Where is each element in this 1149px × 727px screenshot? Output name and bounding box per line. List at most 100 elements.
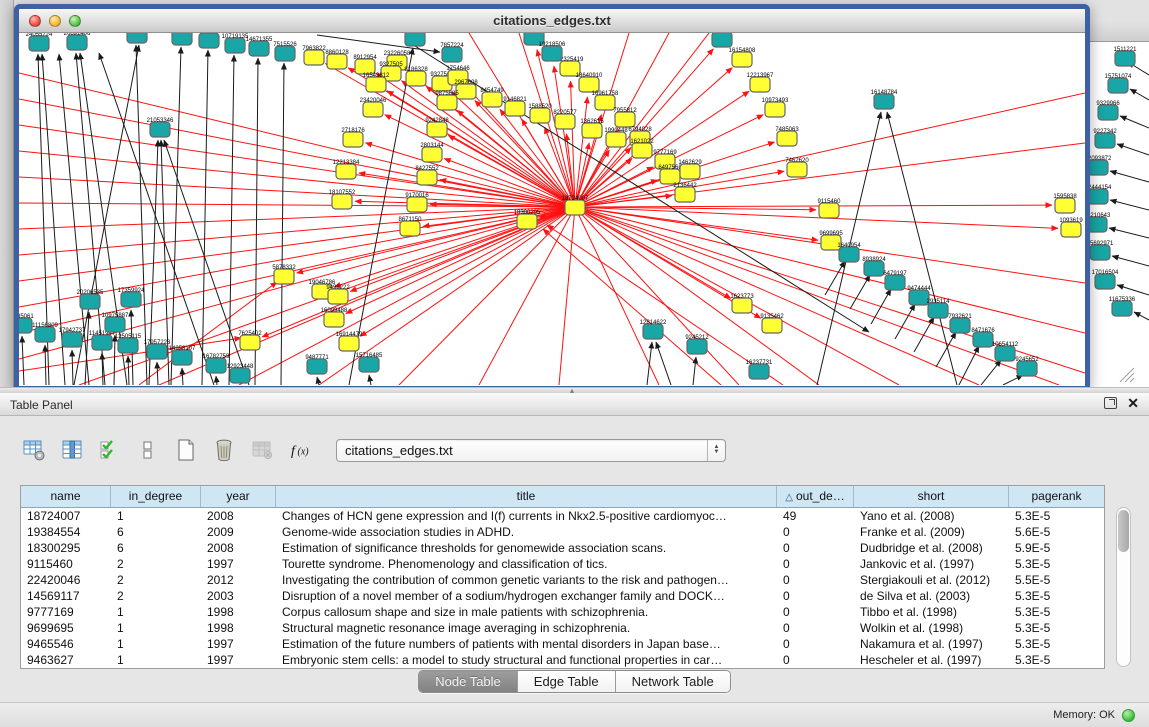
- graph-node[interactable]: 21053346: [147, 118, 174, 137]
- graph-node[interactable]: 8466160: [197, 33, 221, 48]
- graph-node[interactable]: 9115460: [818, 199, 842, 218]
- graph-node[interactable]: 18107552: [329, 190, 356, 209]
- graph-node[interactable]: 12213384: [333, 160, 360, 179]
- graph-node[interactable]: 9227342: [1093, 129, 1117, 148]
- graph-node[interactable]: 15751074: [1105, 74, 1132, 93]
- table-scrollbar[interactable]: [1116, 507, 1131, 667]
- table-row[interactable]: 1456911722003Disruption of a novel membe…: [21, 588, 1104, 604]
- graph-node[interactable]: 9135462: [760, 314, 784, 333]
- graph-node[interactable]: 1640954: [837, 243, 861, 262]
- graph-node[interactable]: 9498222: [326, 285, 350, 304]
- graph-node[interactable]: 1990448: [604, 128, 628, 147]
- graph-node[interactable]: 18724007: [562, 196, 589, 215]
- graph-node[interactable]: 12814622: [640, 320, 667, 339]
- column-header-name[interactable]: name: [21, 486, 111, 507]
- row-boxes-icon[interactable]: [134, 437, 161, 464]
- graph-node[interactable]: 1588520: [528, 104, 552, 123]
- graph-node[interactable]: 16543812: [363, 73, 390, 92]
- table-row[interactable]: 946554611997Estimation of the future num…: [21, 636, 1104, 652]
- table-row[interactable]: 1938455462009Genome-wide association stu…: [21, 524, 1104, 540]
- column-header-in-degree[interactable]: in_degree: [111, 486, 201, 507]
- graph-node[interactable]: 7955812: [613, 108, 637, 127]
- graph-node[interactable]: 15716485: [356, 353, 383, 372]
- graph-node[interactable]: 10655257: [124, 33, 151, 43]
- graph-node[interactable]: 7963822: [302, 46, 326, 65]
- graph-node[interactable]: 14958107: [169, 346, 196, 365]
- graph-node[interactable]: 8860128: [325, 50, 349, 69]
- graph-node[interactable]: 14671355: [246, 37, 273, 56]
- graph-node[interactable]: 1093619: [1059, 218, 1083, 237]
- graph-node[interactable]: 1462629: [678, 160, 702, 179]
- table-settings-icon[interactable]: [20, 437, 47, 464]
- graph-node[interactable]: 8912954: [353, 55, 377, 74]
- column-header-out-de-[interactable]: △out_de…: [777, 486, 854, 507]
- graph-node[interactable]: 9245212: [685, 335, 709, 354]
- column-header-year[interactable]: year: [201, 486, 276, 507]
- graph-node[interactable]: 1362615: [580, 119, 604, 138]
- function-builder-icon[interactable]: f(x): [286, 437, 313, 464]
- graph-node[interactable]: 2935114: [927, 299, 951, 318]
- table-row[interactable]: 977716911998Corpus callosum shape and si…: [21, 604, 1104, 620]
- tab-network-table[interactable]: Network Table: [616, 671, 730, 692]
- graph-node[interactable]: 16099488: [321, 308, 348, 327]
- delete-table-disabled-icon[interactable]: [248, 437, 275, 464]
- delete-trash-icon[interactable]: [210, 437, 237, 464]
- graph-node[interactable]: 1621022: [630, 139, 654, 158]
- graph-node[interactable]: 7932621: [948, 314, 972, 333]
- tab-node-table[interactable]: Node Table: [419, 671, 518, 692]
- window-titlebar[interactable]: citations_edges.txt: [19, 9, 1085, 33]
- graph-node[interactable]: 1623773: [730, 294, 754, 313]
- graph-node[interactable]: 18640910: [576, 73, 603, 92]
- table-row[interactable]: 969969511998Structural magnetic resonanc…: [21, 620, 1104, 636]
- graph-node[interactable]: 1511221: [1114, 47, 1138, 66]
- graph-node[interactable]: 8186328: [404, 67, 428, 86]
- graph-node[interactable]: 9245652: [1015, 357, 1039, 376]
- table-row[interactable]: 911546021997Tourette syndrome. Phenomeno…: [21, 556, 1104, 572]
- dropdown-stepper-icon[interactable]: ▲▼: [707, 440, 725, 461]
- graph-node[interactable]: 1527602: [170, 33, 194, 45]
- graph-node[interactable]: 9329966: [1096, 101, 1120, 120]
- column-header-short[interactable]: short: [854, 486, 1009, 507]
- column-header-title[interactable]: title: [276, 486, 777, 507]
- row-checks-icon[interactable]: [96, 437, 123, 464]
- graph-node[interactable]: 12444154: [1090, 185, 1112, 204]
- graph-node[interactable]: 9242848: [425, 118, 449, 137]
- graph-node[interactable]: 16033809: [402, 33, 429, 46]
- graph-node[interactable]: 8220577: [553, 110, 577, 129]
- graph-node[interactable]: 7515526: [273, 42, 297, 61]
- new-table-icon[interactable]: [172, 437, 199, 464]
- graph-node[interactable]: 10973493: [762, 98, 789, 117]
- graph-node[interactable]: 11156809: [32, 323, 58, 342]
- graph-node[interactable]: 18300295: [514, 210, 541, 229]
- graph-node[interactable]: 11675336: [1109, 297, 1136, 316]
- graph-node[interactable]: 17957223: [144, 340, 171, 359]
- graph-node[interactable]: 7485063: [775, 127, 799, 146]
- graph-node[interactable]: 5878332: [272, 265, 296, 284]
- select-columns-icon[interactable]: [58, 437, 85, 464]
- graph-node[interactable]: 2136442: [673, 183, 697, 202]
- graph-node[interactable]: 9146821: [503, 97, 527, 116]
- graph-node[interactable]: 12923448: [227, 364, 254, 383]
- graph-node[interactable]: 2718176: [341, 128, 365, 147]
- graph-node[interactable]: 6479197: [883, 271, 907, 290]
- tab-edge-table[interactable]: Edge Table: [518, 671, 616, 692]
- graph-node[interactable]: 16210643: [1090, 213, 1111, 232]
- graph-node[interactable]: 17359924: [118, 288, 145, 307]
- resize-grip-icon[interactable]: [1120, 368, 1134, 382]
- graph-node[interactable]: 9875685: [435, 91, 459, 110]
- network-canvas[interactable]: 1872400718300295796382288601288912954232…: [19, 33, 1085, 385]
- graph-node[interactable]: 20691406: [64, 33, 91, 50]
- graph-node[interactable]: 16154808: [729, 48, 756, 67]
- graph-node[interactable]: 9170016: [405, 193, 429, 212]
- close-panel-icon[interactable]: ✕: [1127, 396, 1139, 410]
- table-selector-dropdown[interactable]: citations_edges.txt▲▼: [336, 439, 726, 462]
- graph-node[interactable]: 9487771: [305, 355, 329, 374]
- graph-node[interactable]: 8671150: [399, 217, 423, 236]
- table-row[interactable]: 1830029562008Estimation of significance …: [21, 540, 1104, 556]
- graph-node[interactable]: 12093872: [1090, 156, 1112, 175]
- graph-node[interactable]: 1595838: [1053, 194, 1077, 213]
- graph-node[interactable]: 16148784: [871, 90, 898, 109]
- graph-node[interactable]: 7857224: [440, 43, 464, 62]
- graph-node[interactable]: 16237731: [746, 360, 773, 379]
- graph-node[interactable]: 12213967: [747, 73, 774, 92]
